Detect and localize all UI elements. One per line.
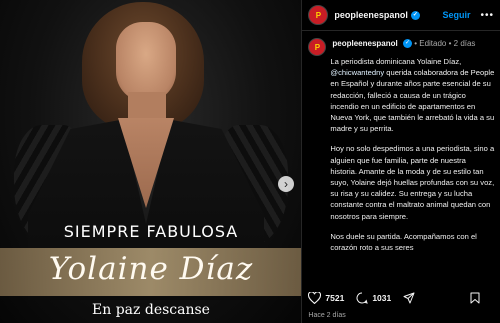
like-action[interactable]: 7521 bbox=[308, 292, 344, 304]
comment-action[interactable]: 1031 bbox=[356, 292, 391, 304]
caption-avatar[interactable]: P bbox=[308, 38, 327, 56]
verified-badge-icon: ✓ bbox=[402, 39, 412, 49]
caption-paragraph-1: La periodista dominicana Yolaine Díaz, @… bbox=[330, 57, 495, 134]
image-subtitle: En paz descanse bbox=[92, 302, 210, 318]
people-logo-icon: P bbox=[314, 42, 321, 52]
post-header: P peopleenespanol ✓ Seguir ••• bbox=[302, 0, 500, 31]
caption-time: 2 días bbox=[453, 39, 476, 48]
edited-label: • Editado • bbox=[414, 39, 452, 48]
caption-paragraph-2: Hoy no solo despedimos a una periodista,… bbox=[330, 144, 495, 221]
like-count: 7521 bbox=[325, 293, 345, 303]
mention-link[interactable]: @chicwantedny bbox=[330, 68, 384, 77]
caption-username[interactable]: peopleenespanol bbox=[332, 39, 397, 48]
people-logo-icon: P bbox=[315, 10, 322, 20]
post-caption: P peopleenespanol ✓ • Editado • 2 días L… bbox=[308, 38, 494, 262]
send-icon bbox=[403, 292, 415, 304]
save-action[interactable] bbox=[470, 292, 484, 304]
follow-button[interactable]: Seguir bbox=[442, 10, 470, 20]
image-name: Yolaine Díaz bbox=[48, 251, 254, 287]
bookmark-icon bbox=[470, 292, 480, 304]
heart-icon bbox=[308, 292, 322, 304]
caption-header: P peopleenespanol ✓ • Editado • 2 días bbox=[308, 38, 494, 56]
chevron-right-icon: › bbox=[284, 177, 288, 191]
caption-paragraph-3: Nos duele su partida. Acompañamos con el… bbox=[330, 231, 477, 253]
comment-icon bbox=[356, 292, 369, 304]
portrait-face bbox=[116, 22, 176, 102]
verified-badge-icon: ✓ bbox=[410, 11, 420, 21]
post-side-panel: P peopleenespanol ✓ Seguir ••• P peopleen… bbox=[301, 0, 500, 323]
avatar[interactable]: P bbox=[308, 5, 329, 25]
instagram-post-frame: SIEMPRE FABULOSA Yolaine Díaz En paz des… bbox=[0, 0, 500, 323]
caption-text: La periodista dominicana Yolaine Díaz, @… bbox=[330, 56, 494, 253]
caption-fade bbox=[302, 270, 500, 288]
comment-count: 1031 bbox=[372, 293, 392, 303]
caption-meta: peopleenespanol ✓ • Editado • 2 días bbox=[332, 38, 475, 49]
image-tagline: SIEMPRE FABULOSA bbox=[63, 222, 239, 241]
header-username[interactable]: peopleenespanol ✓ bbox=[334, 10, 420, 21]
post-image[interactable]: SIEMPRE FABULOSA Yolaine Díaz En paz des… bbox=[0, 0, 302, 323]
next-image-button[interactable]: › bbox=[278, 176, 294, 192]
post-time-ago: Hace 2 días bbox=[308, 312, 346, 319]
share-action[interactable] bbox=[403, 292, 419, 304]
more-options-icon[interactable]: ••• bbox=[480, 10, 494, 21]
post-actions: 7521 1031 bbox=[308, 292, 496, 304]
